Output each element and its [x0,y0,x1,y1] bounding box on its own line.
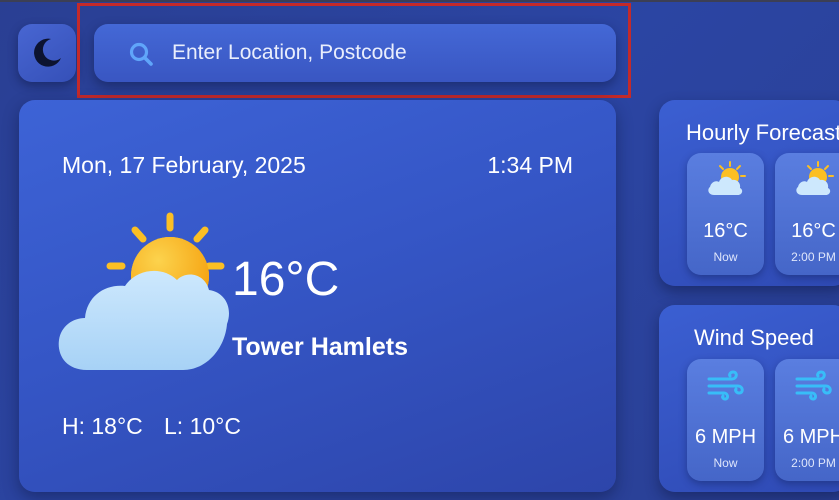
current-time: 1:34 PM [487,152,573,178]
hourly-temp: 16°C [703,220,748,242]
hourly-forecast-panel: Hourly Forecast 16°C Now 16°C 2:00 PM [659,100,839,286]
hourly-card[interactable]: 16°C 2:00 PM [775,153,839,275]
current-date: Mon, 17 February, 2025 [62,152,306,178]
wind-card[interactable]: 6 MPH Now [687,359,764,481]
search-input[interactable] [172,34,592,72]
wind-time: Now [713,456,738,470]
wind-card[interactable]: 6 MPH 2:00 PM [775,359,839,481]
search-icon [129,42,153,66]
wind-speed-title: Wind Speed [694,325,814,350]
moon-icon [34,38,61,67]
wind-time: 2:00 PM [791,456,836,470]
partly-cloudy-icon [58,212,229,370]
location-name: Tower Hamlets [232,333,408,361]
current-weather-card: Mon, 17 February, 2025 1:34 PM 16°C Towe… [19,100,616,492]
hourly-time: Now [713,250,738,264]
wind-icon [795,370,832,401]
hourly-time: 2:00 PM [791,250,836,264]
partly-cloudy-icon [708,161,746,195]
hourly-forecast-title: Hourly Forecast [686,120,839,145]
wind-speed-panel: Wind Speed 6 MPH Now 6 MPH 2:00 PM [659,305,839,492]
low-temperature: L: 10°C [164,413,241,439]
wind-icon [707,370,744,401]
window-top-edge [0,0,839,2]
wind-speed-value: 6 MPH [782,426,839,448]
search-bar[interactable] [94,24,616,82]
theme-toggle-button[interactable] [18,24,76,82]
wind-speed-value: 6 MPH [694,426,757,448]
current-temperature: 16°C [232,253,340,306]
hourly-temp: 16°C [791,220,836,242]
hourly-card[interactable]: 16°C Now [687,153,764,275]
partly-cloudy-icon [796,161,834,195]
high-temperature: H: 18°C [62,413,143,439]
